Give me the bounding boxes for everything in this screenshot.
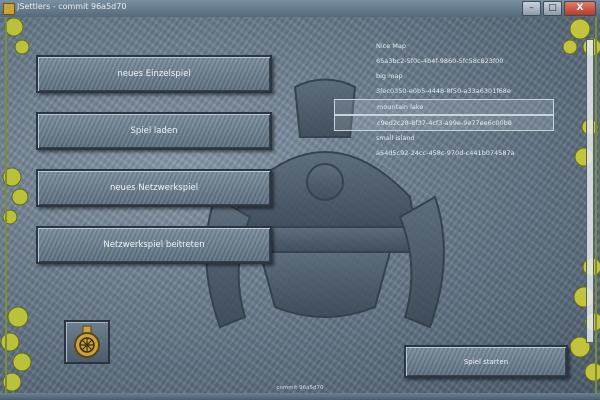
minimize-button[interactable]: – bbox=[522, 1, 541, 16]
main-menu-stage: neues Einzelspiel Spiel laden neues Netz… bbox=[0, 17, 600, 393]
app-icon bbox=[3, 3, 15, 15]
title-bar[interactable]: JSettlers - commit 96a5d70 – □ X bbox=[0, 0, 600, 18]
load-game-button[interactable]: Spiel laden bbox=[36, 112, 272, 150]
window-bottom-border bbox=[0, 393, 600, 400]
map-list: Nice Map 65a3bc2-5f0c-4b4f-9860-5fc58c82… bbox=[334, 39, 554, 161]
vine-decoration-left-icon bbox=[0, 17, 32, 393]
window-title: JSettlers - commit 96a5d70 bbox=[17, 2, 127, 11]
gold-medal-icon bbox=[74, 325, 100, 358]
map-item-id-selected[interactable]: c9ed2c28-8f37-4cf3-a99e-9e77ee6c00b8 bbox=[334, 115, 554, 131]
map-item-id[interactable]: a54d5c92-24cc-458c-970d-c441b074587a bbox=[334, 146, 554, 161]
start-game-button[interactable]: Spiel starten bbox=[404, 345, 568, 378]
new-network-game-button[interactable]: neues Netzwerkspiel bbox=[36, 169, 272, 207]
map-item-name-selected[interactable]: mountain lake bbox=[334, 99, 554, 115]
map-item-name[interactable]: small island bbox=[334, 131, 554, 146]
window-controls: – □ X bbox=[522, 1, 596, 16]
settings-medal-button[interactable] bbox=[64, 320, 110, 364]
join-network-game-button[interactable]: Netzwerkspiel beitreten bbox=[36, 226, 272, 264]
new-single-game-button[interactable]: neues Einzelspiel bbox=[36, 55, 272, 93]
status-bar: commit 96a5d70 bbox=[276, 385, 324, 391]
map-item-name[interactable]: big map bbox=[334, 69, 554, 84]
close-button[interactable]: X bbox=[564, 1, 596, 16]
map-item-name[interactable]: Nice Map bbox=[334, 39, 554, 54]
map-list-scrollbar[interactable] bbox=[586, 39, 594, 343]
game-window: JSettlers - commit 96a5d70 – □ X neues E… bbox=[0, 0, 600, 400]
map-item-id[interactable]: 65a3bc2-5f0c-4b4f-9860-5fc58c823f00 bbox=[334, 54, 554, 69]
maximize-button[interactable]: □ bbox=[543, 1, 562, 16]
map-item-id[interactable]: 3fec0350-e0b5-4448-8f50-a33a6301f68e bbox=[334, 84, 554, 99]
